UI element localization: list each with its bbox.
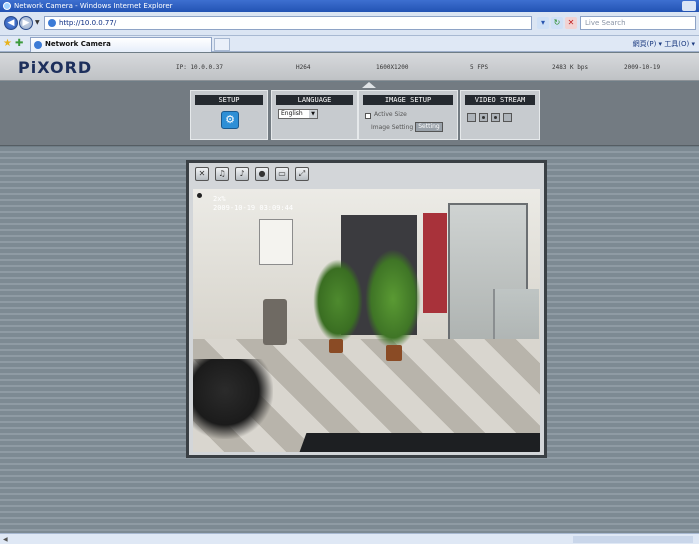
address-bar: ◀ ▶ ▼ http://10.0.0.77/ ▾ ↻ ✕ Live Searc… [0, 12, 699, 36]
image-setting-label: Image Setting [371, 124, 414, 131]
stream-dot-icon [494, 116, 497, 119]
osd-timestamp: 2009-10-19 03:09:44 [213, 204, 294, 212]
chevron-down-icon: ▼ [309, 110, 317, 118]
window-controls[interactable] [682, 1, 696, 11]
setup-panel: SETUP ⚙ [190, 90, 268, 140]
image-setting-button[interactable]: Setting [415, 122, 443, 132]
window-title: Network Camera - Windows Internet Explor… [14, 2, 173, 10]
stream-3-button[interactable] [491, 113, 500, 122]
active-size-checkbox[interactable] [365, 113, 371, 119]
video-frame: ✕ ♫ ♪ ● ▭ ⤢ 2x% 2009-10-19 03:09:44 [186, 160, 547, 458]
live-video-view[interactable]: 2x% 2009-10-19 03:09:44 [193, 189, 540, 452]
tab-page-icon [34, 41, 42, 49]
scene-pot [329, 339, 343, 353]
snapshot-icon[interactable]: ▭ [275, 167, 289, 181]
favorites-star-icon[interactable]: ★ [3, 38, 12, 50]
search-input[interactable]: Live Search [580, 16, 696, 30]
video-stream-panel: VIDEO STREAM [460, 90, 540, 140]
setup-title: SETUP [195, 95, 263, 105]
status-zone [573, 536, 693, 543]
back-button[interactable]: ◀ [4, 16, 18, 30]
scene-chair [193, 359, 273, 439]
stream-dot-icon [482, 116, 485, 119]
language-select[interactable]: English ▼ [278, 109, 318, 119]
tab-network-camera[interactable]: Network Camera [30, 37, 212, 52]
status-bar: ◀ [0, 533, 699, 544]
ie-icon [3, 2, 11, 10]
command-bar[interactable]: 網頁(P) ▾ 工具(O) ▾ [633, 38, 695, 50]
frame-rate: 5 FPS [470, 64, 489, 71]
scene-pot [386, 345, 402, 361]
scene-counter [299, 433, 540, 452]
bitrate: 2483 K bps [552, 64, 589, 71]
page-icon [48, 19, 56, 27]
stream-4-button[interactable] [503, 113, 512, 122]
tab-label: Network Camera [45, 40, 111, 48]
video-osd: 2x% 2009-10-19 03:09:44 [213, 195, 293, 213]
scene-red-panel [423, 213, 447, 313]
osd-line-1: 2x% [213, 195, 226, 203]
record-icon[interactable]: ● [255, 167, 269, 181]
collapse-arrow-icon[interactable] [362, 82, 376, 88]
audio-icon[interactable]: ♫ [215, 167, 229, 181]
microphone-icon[interactable]: ♪ [235, 167, 249, 181]
forward-button[interactable]: ▶ [19, 16, 33, 30]
add-favorite-icon[interactable]: ✚ [15, 38, 23, 50]
codec: H264 [296, 64, 311, 71]
url-text: http://10.0.0.77/ [59, 19, 117, 27]
setup-gear-icon[interactable]: ⚙ [221, 111, 239, 129]
stream-1-button[interactable] [467, 113, 476, 122]
stream-2-button[interactable] [479, 113, 488, 122]
video-stream-title: VIDEO STREAM [465, 95, 535, 105]
new-tab-button[interactable] [214, 38, 230, 51]
refresh-icon[interactable]: ↻ [551, 17, 563, 29]
active-size-label: Active Size [374, 111, 407, 118]
resolution: 1600X1200 [376, 64, 409, 71]
window-titlebar: Network Camera - Windows Internet Explor… [0, 0, 699, 12]
image-setup-title: IMAGE SETUP [363, 95, 453, 105]
language-title: LANGUAGE [276, 95, 353, 105]
ip-address: IP: 10.0.0.37 [176, 64, 223, 71]
url-dropdown-icon[interactable]: ▾ [537, 17, 549, 29]
history-dropdown-icon[interactable]: ▼ [35, 19, 40, 26]
fullscreen-icon[interactable]: ⤢ [295, 167, 309, 181]
image-setup-panel: IMAGE SETUP Active Size Image Setting Se… [358, 90, 458, 140]
control-strip: SETUP ⚙ LANGUAGE English ▼ IMAGE SETUP A… [0, 82, 699, 146]
pixord-logo: PiXORD [18, 58, 93, 77]
camera-status-icon [197, 193, 202, 198]
scene-plant [313, 259, 363, 343]
camera-header: PiXORD IP: 10.0.0.37 H264 1600X1200 5 FP… [0, 53, 699, 81]
scroll-left-icon[interactable]: ◀ [3, 536, 8, 543]
scene-plant [365, 249, 421, 349]
language-panel: LANGUAGE English ▼ [271, 90, 358, 140]
date: 2009-10-19 [624, 64, 661, 71]
url-input[interactable]: http://10.0.0.77/ [44, 16, 532, 30]
scene-umbrella-stand [263, 299, 287, 345]
tab-bar: ★ ✚ Network Camera 網頁(P) ▾ 工具(O) ▾ [0, 36, 699, 52]
language-value: English [281, 110, 303, 117]
zoom-icon[interactable]: ✕ [195, 167, 209, 181]
scene-board [259, 219, 293, 265]
stop-icon[interactable]: ✕ [565, 17, 577, 29]
